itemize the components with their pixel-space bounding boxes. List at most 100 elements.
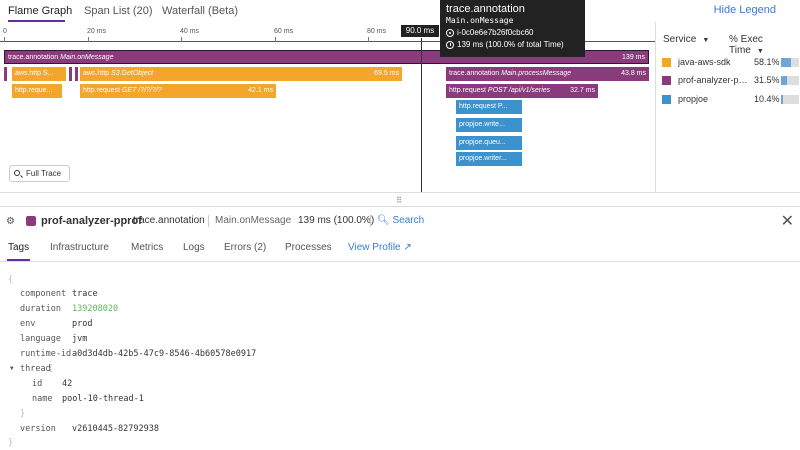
span-bar-http-post[interactable]: http.request POST /api/v1/series 32.7 ms	[446, 84, 598, 98]
legend-swatch	[662, 58, 671, 67]
span-name: aws.http S...	[15, 70, 54, 77]
active-tab-underline	[8, 20, 65, 22]
legend-row[interactable]: prof-analyzer-pprof 31.5%	[662, 74, 799, 88]
tab-logs[interactable]: Logs	[183, 242, 205, 253]
span-bar[interactable]	[4, 67, 7, 81]
legend-exec-bar	[781, 76, 799, 85]
detail-tabs: Tags Infrastructure Metrics Logs Errors …	[0, 236, 800, 262]
gear-icon[interactable]: ⚙	[6, 216, 15, 227]
clock-icon	[446, 40, 454, 49]
legend-service-name: java-aws-sdk	[678, 57, 731, 67]
span-bar-aws[interactable]: aws.http S...	[12, 67, 66, 81]
span-name: aws.http	[83, 70, 110, 77]
json-brace: {	[8, 275, 14, 285]
tag-key: runtime-id	[20, 349, 72, 359]
divider	[370, 215, 371, 227]
legend-exec-bar	[781, 58, 799, 67]
trace-view: Flame Graph Span List (20) Waterfall (Be…	[0, 0, 800, 450]
span-duration: 43.8 ms	[621, 70, 646, 77]
span-bar-propjoe-writer[interactable]: propjoe.writer...	[456, 152, 522, 166]
tab-waterfall[interactable]: Waterfall (Beta)	[162, 5, 238, 17]
panel-splitter[interactable]: ⠿	[0, 192, 800, 206]
tooltip-time: 139 ms (100.0% of total Time)	[457, 40, 564, 49]
view-profile-label: View Profile	[348, 242, 401, 253]
legend-swatch	[662, 76, 671, 85]
tag-value: jvm	[72, 334, 88, 344]
detail-resource: Main.onMessage	[215, 215, 292, 226]
tab-metrics[interactable]: Metrics	[131, 242, 163, 253]
full-trace-label: Full Trace	[26, 169, 62, 178]
service-color-swatch	[26, 216, 36, 226]
tab-flame-graph[interactable]: Flame Graph	[8, 5, 72, 17]
close-icon[interactable]: ✕	[781, 211, 794, 231]
host-icon	[446, 28, 454, 37]
full-trace-button[interactable]: Full Trace	[9, 165, 70, 182]
span-name: propjoe.writer...	[459, 155, 507, 162]
legend-row[interactable]: java-aws-sdk 58.1%	[662, 56, 799, 70]
tooltip-host-id: i-0c0e6e7b26f0cbc60	[457, 28, 534, 37]
span-name: http.request P...	[459, 103, 508, 110]
search-link[interactable]: 🔍︎ Search	[377, 215, 424, 226]
legend-exec-fill	[781, 58, 791, 67]
hide-legend-link[interactable]: Hide Legend	[714, 4, 776, 16]
span-bar-propjoe-request[interactable]: http.request P...	[456, 100, 522, 114]
cursor-time-badge: 90.0 ms	[401, 25, 439, 37]
flame-graph: trace.annotation Main.onMessage 139 ms a…	[0, 42, 655, 192]
tag-value: 139208020	[72, 304, 119, 314]
span-bar-http-request[interactable]: http.reque...	[12, 84, 62, 98]
span-name: http.reque...	[15, 87, 53, 94]
tick-label: 60 ms	[274, 28, 294, 35]
collapse-triangle-icon[interactable]: ▼	[10, 365, 14, 372]
tag-key[interactable]: thread	[20, 364, 51, 374]
search-icon: 🔍︎	[377, 215, 390, 226]
drag-handle-icon: ⠿	[396, 196, 402, 205]
tooltip-host-row: i-0c0e6e7b26f0cbc60	[446, 28, 579, 37]
tab-errors[interactable]: Errors (2)	[224, 242, 266, 253]
legend-service-label: Service	[663, 34, 697, 45]
external-link-icon: ↗	[403, 242, 412, 253]
tag-key: duration	[20, 304, 61, 314]
tag-value: trace	[72, 289, 98, 299]
tick-label: 0	[3, 28, 7, 35]
search-label: Search	[392, 215, 425, 226]
legend-service-name: propjoe	[678, 94, 709, 104]
span-resource: GET /?/?/?/?	[121, 87, 162, 94]
span-duration: 32.7 ms	[570, 87, 595, 94]
tag-value: pool-10-thread-1	[62, 394, 144, 404]
service-legend: Service ▼ % Exec Time ▼ java-aws-sdk 58.1% p…	[655, 22, 800, 192]
legend-service-name: prof-analyzer-pprof	[678, 75, 748, 85]
span-name: propjoe.write...	[459, 121, 505, 128]
span-name: propjoe.queu...	[459, 139, 506, 146]
span-bar[interactable]	[75, 67, 78, 81]
detail-operation: trace.annotation	[133, 215, 205, 226]
legend-swatch	[662, 95, 671, 104]
span-bar-propjoe-write[interactable]: propjoe.write...	[456, 118, 522, 132]
span-detail-header: ⚙ prof-analyzer-pprof trace.annotation M…	[0, 206, 800, 234]
tag-key: name	[32, 394, 53, 404]
span-bar-propjoe-queue[interactable]: propjoe.queu...	[456, 136, 522, 150]
tab-processes[interactable]: Processes	[285, 242, 332, 253]
caret-down-icon: ▼	[756, 48, 764, 55]
tag-value: prod	[72, 319, 93, 329]
span-tooltip: trace.annotation Main.onMessage i-0c0e6e…	[440, 0, 585, 57]
tab-infrastructure[interactable]: Infrastructure	[50, 242, 109, 253]
json-brace: {	[48, 364, 54, 374]
span-resource: S3.GetObject	[111, 70, 154, 77]
span-bar-process-message[interactable]: trace.annotation Main.processMessage 43.…	[446, 67, 649, 81]
legend-percent: 58.1%	[754, 57, 780, 67]
tab-view-profile[interactable]: View Profile ↗	[348, 242, 412, 253]
legend-row[interactable]: propjoe 10.4%	[662, 93, 799, 107]
span-bar-aws-getobject[interactable]: aws.http S3.GetObject 69.5 ms	[80, 67, 402, 81]
tab-tags[interactable]: Tags	[8, 242, 29, 253]
span-resource: Main.processMessage	[501, 70, 572, 77]
span-duration: 42.1 ms	[248, 87, 273, 94]
legend-service-header[interactable]: Service ▼	[663, 34, 709, 45]
tag-value: 42	[62, 379, 73, 389]
tooltip-title: trace.annotation	[446, 3, 525, 15]
legend-exec-header[interactable]: % Exec Time ▼	[729, 34, 800, 56]
tab-span-list[interactable]: Span List (20)	[84, 5, 152, 17]
span-bar[interactable]	[69, 67, 72, 81]
span-bar-http-get[interactable]: http.request GET /?/?/?/? 42.1 ms	[80, 84, 276, 98]
tooltip-resource: Main.onMessage	[446, 16, 514, 25]
json-brace: }	[8, 438, 14, 448]
